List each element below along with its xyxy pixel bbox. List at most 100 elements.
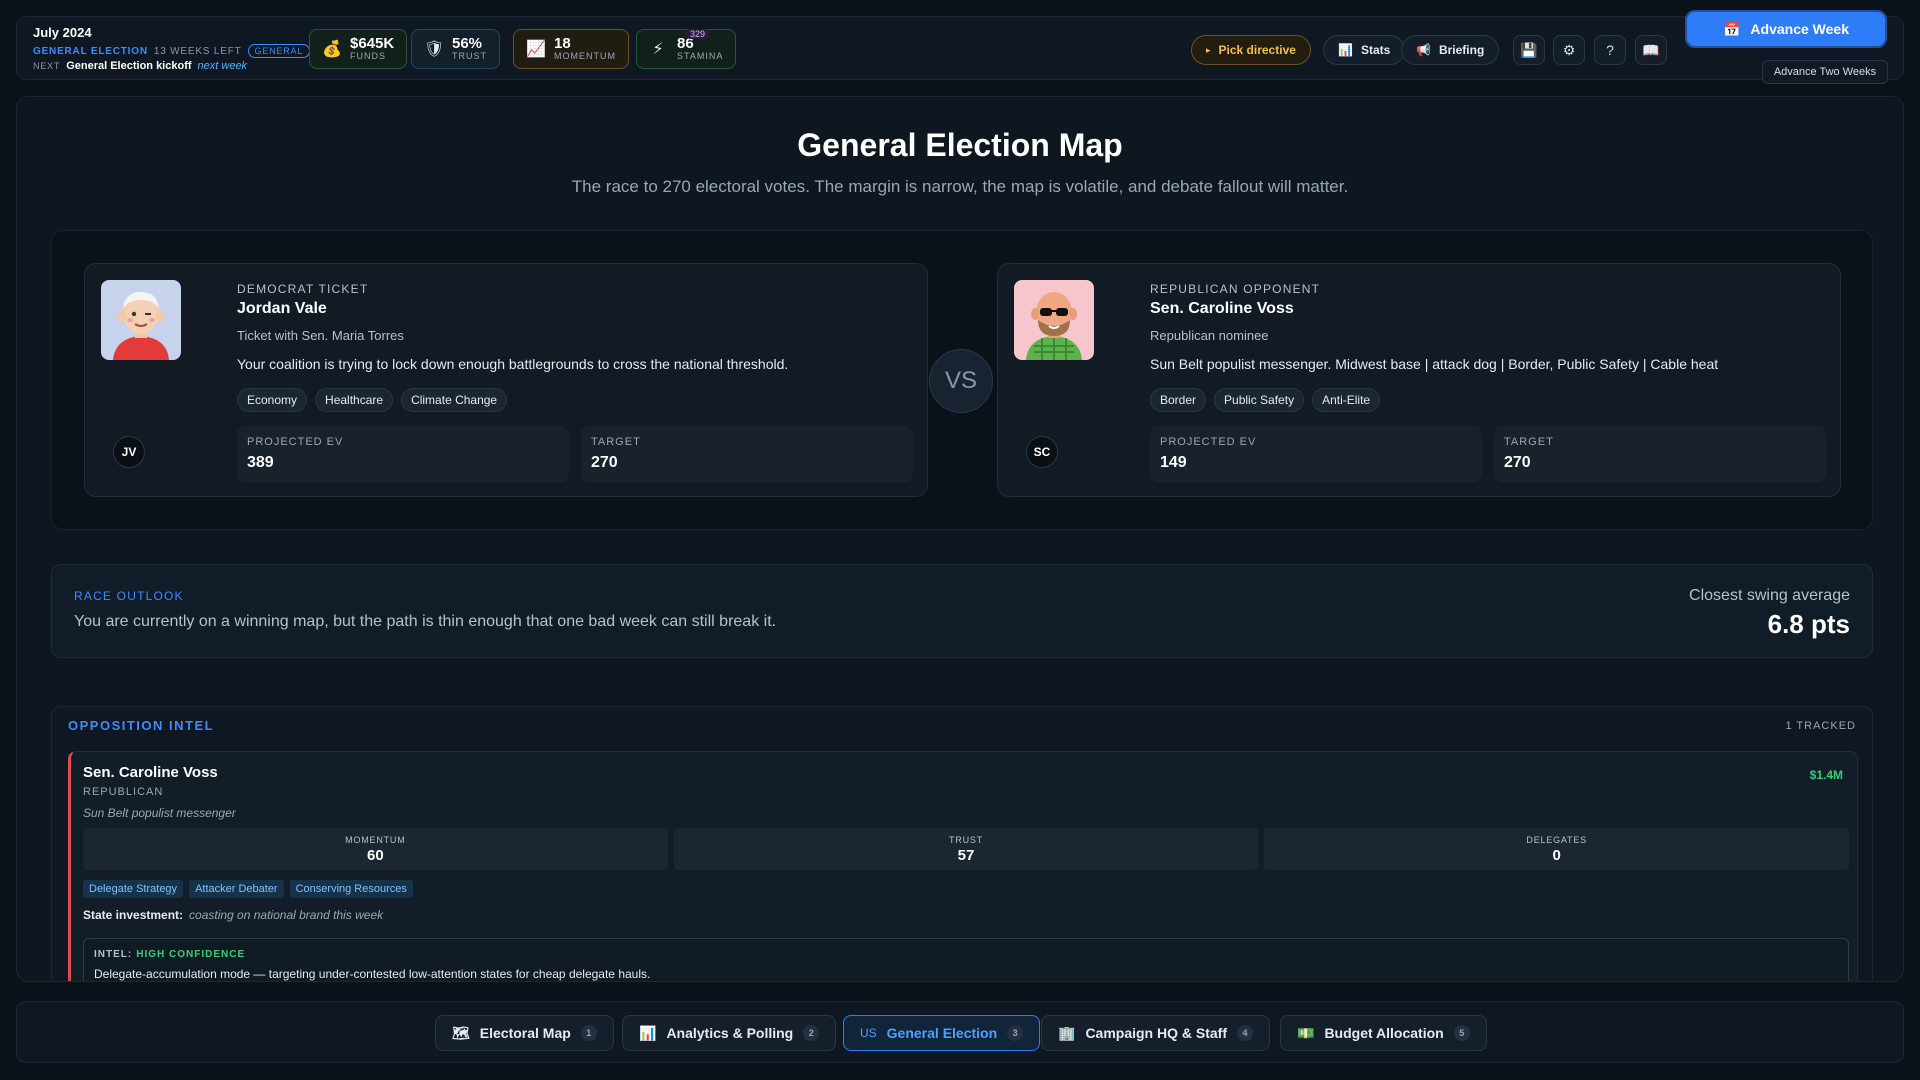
question-icon: ? — [1606, 42, 1614, 58]
intel-metric-momentum: MOMENTUM 60 — [83, 828, 668, 870]
issue-tag: Anti-Elite — [1312, 388, 1381, 412]
next-when: next week — [197, 60, 248, 72]
opponent-name: Sen. Caroline Voss — [1150, 300, 1294, 317]
issue-tag: Border — [1150, 388, 1207, 412]
shield-icon: 🛡 — [424, 41, 445, 58]
issue-tag: Climate Change — [401, 388, 508, 412]
intel-opponent-name: Sen. Caroline Voss — [83, 764, 218, 781]
opponent-avatar — [1014, 280, 1094, 360]
play-icon: ▸ — [1206, 44, 1211, 55]
page-subtitle: The race to 270 electoral votes. The mar… — [571, 177, 1349, 196]
advance-week-button[interactable]: 📅 Advance Week — [1685, 10, 1887, 48]
closest-swing-label: Closest swing average — [1689, 587, 1850, 604]
trust-stat[interactable]: 🛡 56% TRUST — [411, 29, 500, 69]
player-ticket-label: DEMOCRAT TICKET — [237, 282, 369, 296]
building-icon: 🏢 — [1058, 1024, 1076, 1041]
tab-campaign-hq[interactable]: 🏢 Campaign HQ & Staff 4 — [1041, 1015, 1271, 1051]
money-bag-icon: 💰 — [322, 41, 342, 58]
vs-badge: VS — [929, 349, 993, 413]
book-icon: 📖 — [1642, 41, 1660, 58]
ticket-matchup: JV DEMOCRAT TICKET Jordan Vale Ticket wi… — [51, 230, 1873, 530]
map-icon: 🗺 — [452, 1024, 470, 1041]
opposition-intel-header: OPPOSITION INTEL — [68, 718, 215, 733]
player-target-ev: TARGET 270 — [581, 426, 913, 482]
strategy-tag: Conserving Resources — [289, 880, 413, 898]
strategy-tag: Attacker Debater — [189, 880, 284, 898]
intel-assessment: INTEL: HIGH CONFIDENCE Delegate-accumulat… — [83, 938, 1849, 981]
settings-button[interactable]: ⚙ — [1553, 35, 1585, 65]
player-initials: JV — [113, 436, 145, 468]
race-outlook-text: You are currently on a winning map, but … — [74, 613, 777, 630]
bottom-tab-bar: 🗺 Electoral Map 1 📊 Analytics & Polling … — [16, 1001, 1904, 1063]
issue-tag: Public Safety — [1214, 388, 1305, 412]
state-investment: State investment: coasting on national b… — [83, 908, 384, 922]
intel-opponent-party: REPUBLICAN — [83, 786, 164, 798]
stamina-badge: 329 — [685, 29, 711, 39]
opponent-card: SC REPUBLICAN OPPONENT Sen. Caroline Vos… — [997, 263, 1841, 497]
money-icon: 💵 — [1297, 1024, 1315, 1041]
race-outlook-panel: RACE OUTLOOK You are currently on a winn… — [51, 564, 1873, 658]
megaphone-icon: 📢 — [1416, 43, 1431, 57]
opposition-intel-panel: OPPOSITION INTEL 1 TRACKED Sen. Caroline… — [51, 706, 1873, 981]
us-flag-icon: US — [860, 1026, 877, 1040]
chart-icon: 📈 — [526, 41, 546, 58]
player-projected-ev: PROJECTED EV 389 — [237, 426, 569, 482]
bar-chart-icon: 📊 — [1338, 43, 1353, 57]
phase-pill: GENERAL — [247, 44, 311, 58]
opponent-description: Sun Belt populist messenger. Midwest bas… — [1150, 356, 1719, 372]
opponent-issue-tags: Border Public Safety Anti-Elite — [1150, 388, 1381, 412]
tab-general-election[interactable]: US General Election 3 — [843, 1015, 1041, 1051]
momentum-stat[interactable]: 📈 18 MOMENTUM — [513, 29, 629, 69]
tab-electoral-map[interactable]: 🗺 Electoral Map 1 — [435, 1015, 614, 1051]
intel-confidence: INTEL: HIGH CONFIDENCE — [94, 949, 246, 960]
player-issue-tags: Economy Healthcare Climate Change — [237, 388, 508, 412]
player-name: Jordan Vale — [237, 300, 327, 317]
next-event: General Election kickoff — [66, 60, 192, 72]
player-description: Your coalition is trying to lock down en… — [237, 356, 789, 372]
intel-metric-delegates: DELEGATES 0 — [1264, 828, 1850, 870]
floppy-disk-icon: 💾 — [1520, 41, 1538, 58]
player-avatar — [101, 280, 181, 360]
phase-row: GENERAL ELECTION 13 WEEKS LEFT GENERAL — [33, 44, 311, 58]
page-title: General Election Map — [797, 127, 1123, 163]
opponent-initials: SC — [1026, 436, 1058, 468]
opponent-target-ev: TARGET 270 — [1494, 426, 1826, 482]
intel-metric-trust: TRUST 57 — [673, 828, 1259, 870]
tab-analytics-polling[interactable]: 📊 Analytics & Polling 2 — [622, 1015, 837, 1051]
tracked-count: 1 TRACKED — [1785, 720, 1856, 732]
tab-budget-allocation[interactable]: 💵 Budget Allocation 5 — [1280, 1015, 1487, 1051]
pick-directive-button[interactable]: ▸ Pick directive — [1191, 35, 1311, 65]
advance-two-weeks-button[interactable]: Advance Two Weeks — [1762, 60, 1888, 84]
main-panel: General Election Map The race to 270 ele… — [16, 96, 1904, 982]
opponent-projected-ev: PROJECTED EV 149 — [1150, 426, 1482, 482]
stamina-stat[interactable]: ⚡ 86 STAMINA 329 — [636, 29, 737, 69]
gear-icon: ⚙ — [1562, 41, 1576, 58]
briefing-button[interactable]: 📢 Briefing — [1401, 35, 1500, 65]
intel-metrics: MOMENTUM 60 TRUST 57 DELEGATES 0 — [83, 828, 1850, 870]
guide-button[interactable]: 📖 — [1635, 35, 1667, 65]
lightning-icon: ⚡ — [652, 41, 664, 58]
calendar-check-icon: 📅 — [1722, 20, 1741, 37]
help-button[interactable]: ? — [1594, 35, 1626, 65]
intel-opponent-funds: $1.4M — [1809, 768, 1843, 782]
intel-text: Delegate-accumulation mode — targeting u… — [94, 967, 651, 981]
intel-strategy-tags: Delegate Strategy Attacker Debater Conse… — [83, 880, 413, 898]
player-card: JV DEMOCRAT TICKET Jordan Vale Ticket wi… — [84, 263, 928, 497]
player-running-mate: Ticket with Sen. Maria Torres — [237, 328, 404, 343]
opponent-label: REPUBLICAN OPPONENT — [1150, 282, 1321, 296]
bar-chart-icon: 📊 — [639, 1024, 657, 1041]
issue-tag: Healthcare — [315, 388, 394, 412]
current-date: July 2024 — [33, 25, 92, 40]
issue-tag: Economy — [237, 388, 308, 412]
stats-button[interactable]: 📊 Stats — [1323, 35, 1406, 65]
intel-opponent-archetype: Sun Belt populist messenger — [83, 806, 236, 820]
race-outlook-label: RACE OUTLOOK — [74, 589, 184, 603]
next-event-row: NEXT General Election kickoff next week — [33, 60, 247, 72]
opponent-subtitle: Republican nominee — [1150, 328, 1269, 343]
save-button[interactable]: 💾 — [1513, 35, 1545, 65]
next-label: NEXT — [33, 61, 61, 71]
opponent-intel-card[interactable]: Sen. Caroline Voss REPUBLICAN $1.4M Sun … — [68, 751, 1858, 981]
phase-label: GENERAL ELECTION — [33, 45, 148, 57]
closest-swing-value: 6.8 pts — [1767, 609, 1850, 639]
funds-stat[interactable]: 💰 $645K FUNDS — [309, 29, 408, 69]
